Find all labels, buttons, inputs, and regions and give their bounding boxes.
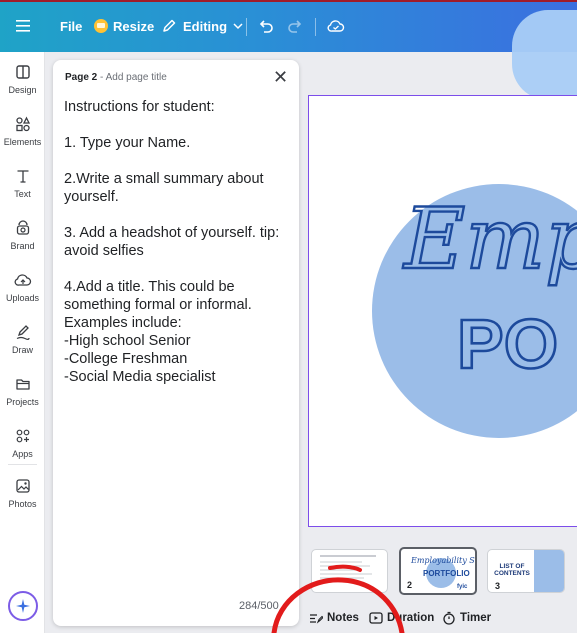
brand-icon — [13, 218, 33, 238]
sidebar-label: Draw — [11, 345, 33, 355]
cloud-upload-icon — [13, 270, 33, 290]
toolbar-divider — [246, 18, 247, 36]
note-line: 2.Write a small summary about yourself. — [64, 171, 268, 205]
chevron-down-icon — [233, 23, 243, 30]
sidebar-label: Design — [8, 85, 37, 95]
outline-title-text: PO — [457, 305, 558, 383]
page-number-label: Page 2 — [65, 72, 98, 83]
file-menu-button[interactable]: File — [60, 0, 82, 52]
page-artwork: Employ PO — [372, 184, 577, 438]
note-line: 1. Type your Name. — [64, 135, 191, 151]
note-line — [64, 206, 289, 224]
crown-icon — [94, 19, 108, 33]
thumbnail-number: 3 — [495, 581, 501, 591]
left-sidebar: Design Elements Text Brand Uploads Draw — [0, 52, 45, 633]
sidebar-divider — [8, 464, 37, 465]
page-title-placeholder[interactable]: Add page title — [106, 72, 167, 83]
sidebar-item-photos[interactable]: Photos — [0, 470, 45, 526]
undo-icon — [259, 20, 273, 33]
sidebar-item-elements[interactable]: Elements — [0, 108, 45, 164]
notes-text-area[interactable]: Instructions for student: 1. Type your N… — [64, 98, 289, 386]
note-line: 3. Add a headshot of yourself. tip: avoi… — [64, 225, 284, 259]
sidebar-label: Text — [14, 189, 31, 199]
note-line: Instructions for student: — [64, 99, 215, 115]
redo-icon — [288, 20, 302, 33]
magic-assistant-button[interactable] — [8, 591, 38, 621]
sparkle-icon — [16, 599, 30, 613]
sidebar-item-brand[interactable]: Brand — [0, 212, 45, 268]
pencil-icon — [163, 19, 176, 32]
page-separator: - — [97, 72, 106, 83]
sidebar-label: Apps — [12, 449, 33, 459]
svg-text:PORTFOLIO: PORTFOLIO — [423, 569, 470, 578]
text-t-icon — [13, 166, 33, 186]
toolbar-divider — [315, 18, 316, 36]
close-icon[interactable]: ✕ — [273, 68, 288, 86]
svg-text:fyic: fyic — [457, 584, 468, 590]
note-line: -High school Senior — [64, 333, 191, 349]
notes-panel: Page 2 - Add page title ✕ Instructions f… — [53, 60, 299, 626]
apps-grid-icon — [13, 426, 33, 446]
script-title-text: Employ — [402, 190, 577, 288]
timer-button[interactable]: Timer — [442, 604, 491, 632]
note-line — [64, 152, 289, 170]
file-label: File — [60, 18, 83, 34]
draw-pen-icon — [13, 322, 33, 342]
editing-label: Editing — [183, 18, 228, 34]
note-line — [64, 116, 289, 134]
menu-icon[interactable] — [16, 0, 30, 52]
note-line — [64, 260, 289, 278]
note-line: -College Freshman — [64, 351, 188, 367]
thumbnail-title: LIST OF CONTENTS — [494, 563, 530, 577]
sidebar-item-uploads[interactable]: Uploads — [0, 264, 45, 320]
undo-button[interactable] — [258, 0, 274, 52]
shapes-icon — [13, 114, 33, 134]
resize-label: Resize — [113, 18, 155, 34]
sidebar-label: Brand — [10, 241, 35, 251]
page-thumbnail-3[interactable]: LIST OF CONTENTS 3 — [487, 549, 565, 593]
decorative-blob — [512, 10, 577, 100]
notes-header: Page 2 - Add page title — [65, 72, 167, 83]
sidebar-label: Projects — [6, 397, 39, 407]
sidebar-item-projects[interactable]: Projects — [0, 368, 45, 424]
sidebar-item-design[interactable]: Design — [0, 56, 45, 112]
editing-mode-button[interactable]: Editing — [161, 0, 243, 52]
timer-label: Timer — [460, 612, 492, 624]
folder-icon — [13, 374, 33, 394]
sidebar-label: Elements — [3, 137, 42, 147]
sidebar-label: Uploads — [5, 293, 40, 303]
thumbnail-side-panel — [534, 550, 564, 592]
note-line: 4.Add a title. This could be something f… — [64, 279, 256, 331]
layout-icon — [13, 62, 33, 82]
design-page[interactable]: Employ PO — [308, 95, 577, 527]
top-toolbar: File Resize Editing — [0, 0, 577, 100]
photo-icon — [13, 476, 33, 496]
resize-button[interactable]: Resize — [94, 0, 154, 52]
sidebar-item-text[interactable]: Text — [0, 160, 45, 216]
sidebar-item-draw[interactable]: Draw — [0, 316, 45, 372]
red-annotation-circle — [271, 564, 405, 633]
sidebar-label: Photos — [8, 499, 37, 509]
note-line: -Social Media specialist — [64, 369, 216, 385]
stopwatch-icon — [443, 611, 455, 625]
redo-button[interactable] — [287, 0, 303, 52]
cloud-check-icon — [327, 20, 345, 32]
sidebar-item-apps[interactable]: Apps — [0, 420, 45, 476]
cloud-save-status[interactable] — [327, 0, 345, 52]
